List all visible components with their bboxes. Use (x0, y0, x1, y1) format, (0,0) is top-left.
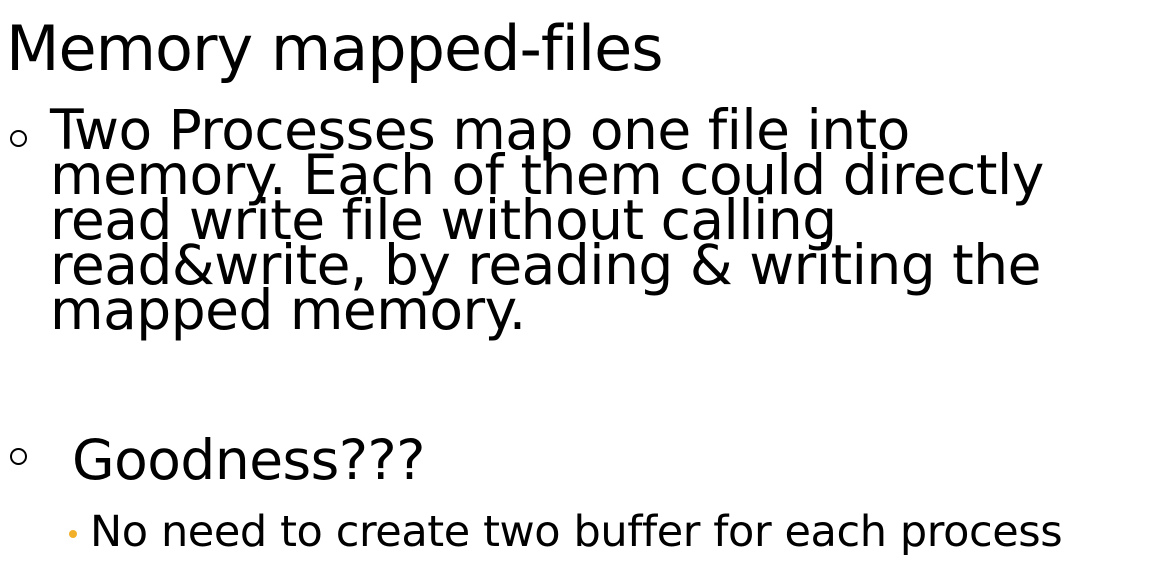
bullet-text: Goodness??? (72, 428, 425, 492)
bullet-text: Two Processes map one file into memory. … (50, 103, 1044, 338)
slide: Memory mapped-files Two Processes map on… (0, 0, 1149, 572)
sub-bullet-text: No need to create two buffer for each pr… (90, 507, 1063, 557)
slide-title: Memory mapped-files (6, 12, 664, 85)
hollow-circle-bullet-icon (10, 448, 27, 465)
filled-dot-bullet-icon (69, 530, 77, 538)
hollow-circle-bullet-icon (10, 130, 27, 147)
